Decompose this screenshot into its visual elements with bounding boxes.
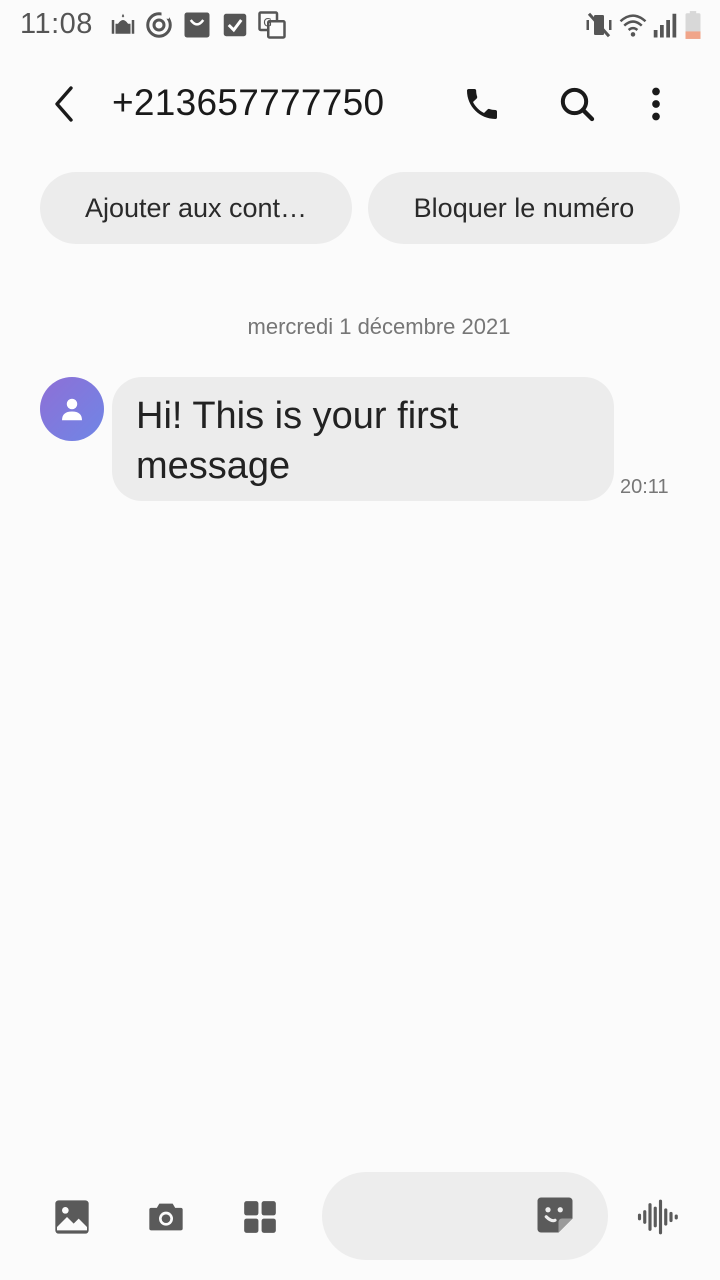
mosque-icon	[108, 10, 138, 40]
message-text: Hi! This is your first message	[136, 395, 459, 487]
message-time: 20:11	[620, 476, 669, 498]
back-arrow-icon	[55, 86, 73, 122]
camera-icon	[149, 1203, 183, 1231]
voice-wave-icon	[637, 1199, 678, 1235]
apps-button[interactable]	[237, 1194, 283, 1240]
back-button[interactable]	[40, 76, 88, 132]
message-composer	[322, 1172, 608, 1262]
apps-grid-icon	[244, 1201, 276, 1233]
camera-button[interactable]	[143, 1194, 189, 1240]
add-to-contacts-label: Ajouter aux cont…	[84, 192, 308, 223]
contact-title: +213657777750	[112, 82, 385, 123]
svg-text:G: G	[263, 16, 272, 29]
signal-icon	[650, 10, 680, 40]
message-input[interactable]	[350, 1172, 544, 1262]
search-button[interactable]	[551, 78, 603, 130]
search-icon	[560, 87, 595, 122]
more-options-button[interactable]	[630, 78, 682, 130]
battery-low-icon	[680, 10, 706, 40]
check-box-icon	[220, 10, 250, 40]
phone-icon	[467, 89, 497, 119]
wifi-icon	[618, 10, 648, 40]
status-bar: 11:08 G	[0, 0, 720, 50]
sticker-icon	[537, 1197, 573, 1233]
gallery-button[interactable]	[49, 1194, 95, 1240]
add-to-contacts-button[interactable]: Ajouter aux cont…	[40, 172, 352, 244]
shopping-bag-icon	[182, 10, 212, 40]
sync-icon	[144, 10, 174, 40]
date-separator: mercredi 1 décembre 2021	[247, 314, 511, 339]
voice-record-button[interactable]	[634, 1194, 680, 1240]
avatar[interactable]	[40, 377, 104, 441]
sticker-button[interactable]	[534, 1194, 580, 1240]
block-number-label: Bloquer le numéro	[413, 192, 635, 223]
more-vertical-icon	[652, 87, 660, 121]
block-number-button[interactable]: Bloquer le numéro	[368, 172, 680, 244]
vibrate-mute-icon	[584, 10, 614, 40]
gallery-icon	[55, 1200, 89, 1234]
person-icon	[62, 398, 82, 421]
translate-icon: G	[257, 10, 287, 40]
call-button[interactable]	[456, 78, 508, 130]
message-bubble[interactable]: Hi! This is your first message	[112, 377, 614, 501]
status-time: 11:08	[20, 8, 93, 40]
